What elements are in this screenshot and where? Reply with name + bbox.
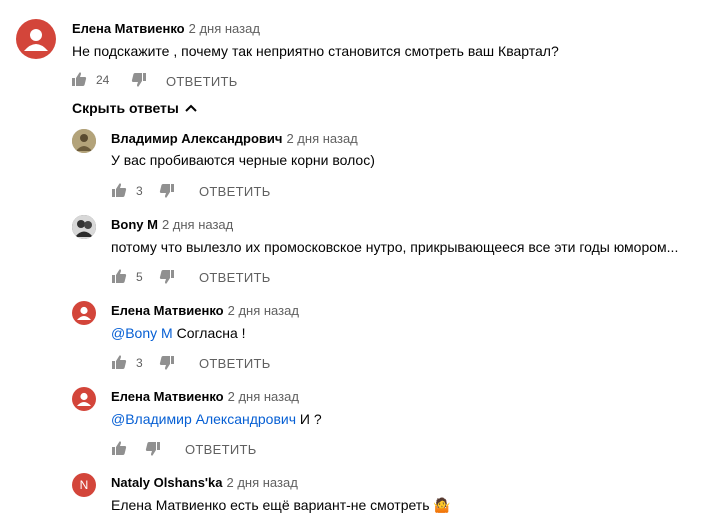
reply-text: Елена Матвиенко есть ещё вариант-не смот… xyxy=(111,497,451,513)
thumb-down-icon xyxy=(159,270,174,284)
thumb-down-icon xyxy=(145,442,160,456)
dislike-button[interactable] xyxy=(145,441,161,457)
hide-replies-toggle[interactable]: Скрыть ответы xyxy=(72,100,198,116)
thumb-up-icon xyxy=(112,355,127,369)
reply-button[interactable]: ОТВЕТИТЬ xyxy=(199,356,271,371)
default-avatar-icon xyxy=(24,29,48,51)
author-name[interactable]: Bony M xyxy=(111,217,158,232)
default-avatar-icon xyxy=(77,306,91,320)
reply-header: Bony M 2 дня назад xyxy=(111,216,233,234)
reply-body: И ? xyxy=(296,411,322,427)
dislike-button[interactable] xyxy=(131,72,147,88)
reply-text: У вас пробиваются черные корни волос) xyxy=(111,152,375,168)
dislike-button[interactable] xyxy=(159,183,175,199)
comment-text: Не подскажите , почему так неприятно ста… xyxy=(72,43,559,59)
avatar[interactable]: N xyxy=(72,473,96,497)
reply-text: @Bony M Согласна ! xyxy=(111,325,246,341)
like-button[interactable] xyxy=(111,354,127,370)
reply-button[interactable]: ОТВЕТИТЬ xyxy=(185,442,257,457)
avatar-letter: N xyxy=(79,478,89,492)
timestamp[interactable]: 2 дня назад xyxy=(162,217,233,232)
timestamp[interactable]: 2 дня назад xyxy=(189,21,260,36)
dislike-button[interactable] xyxy=(159,355,175,371)
reply-text: потому что вылезло их промосковское нутр… xyxy=(111,239,679,255)
timestamp[interactable]: 2 дня назад xyxy=(286,131,357,146)
like-button[interactable] xyxy=(111,440,127,456)
like-button[interactable] xyxy=(111,268,127,284)
dislike-button[interactable] xyxy=(159,269,175,285)
author-name[interactable]: Nataly Olshans'ka xyxy=(111,475,222,490)
default-avatar-icon xyxy=(77,392,91,406)
thumb-up-icon xyxy=(112,269,127,283)
thumb-up-icon xyxy=(72,72,87,86)
user-photo-icon xyxy=(72,129,96,153)
avatar[interactable] xyxy=(72,215,96,239)
reply-button[interactable]: ОТВЕТИТЬ xyxy=(199,270,271,285)
reply-header: Елена Матвиенко 2 дня назад xyxy=(111,302,299,320)
reply-button[interactable]: ОТВЕТИТЬ xyxy=(199,184,271,199)
chevron-up-icon xyxy=(185,104,197,112)
comment-header: Елена Матвиенко 2 дня назад xyxy=(72,20,260,38)
author-name[interactable]: Елена Матвиенко xyxy=(111,303,224,318)
author-name[interactable]: Елена Матвиенко xyxy=(111,389,224,404)
thumb-down-icon xyxy=(131,73,146,87)
user-photo-icon xyxy=(72,215,96,239)
toggle-label: Скрыть ответы xyxy=(72,100,179,116)
like-count: 24 xyxy=(96,73,110,87)
reply-header: Nataly Olshans'ka 2 дня назад xyxy=(111,474,298,492)
avatar[interactable] xyxy=(16,19,56,59)
like-button[interactable] xyxy=(71,71,87,87)
reply-body: Согласна ! xyxy=(172,325,246,341)
author-name[interactable]: Владимир Александрович xyxy=(111,131,282,146)
reply-button[interactable]: ОТВЕТИТЬ xyxy=(166,74,238,89)
thumb-up-icon xyxy=(112,441,127,455)
author-name[interactable]: Елена Матвиенко xyxy=(72,21,185,36)
thumb-up-icon xyxy=(112,183,127,197)
reply-text: @Владимир Александрович И ? xyxy=(111,411,322,427)
mention-link[interactable]: @Владимир Александрович xyxy=(111,411,296,427)
like-count: 3 xyxy=(136,184,143,198)
like-button[interactable] xyxy=(111,182,127,198)
reply-header: Владимир Александрович 2 дня назад xyxy=(111,130,358,148)
avatar[interactable] xyxy=(72,387,96,411)
thumb-down-icon xyxy=(159,184,174,198)
timestamp[interactable]: 2 дня назад xyxy=(228,303,299,318)
avatar[interactable] xyxy=(72,129,96,153)
mention-link[interactable]: @Bony M xyxy=(111,325,173,341)
avatar[interactable] xyxy=(72,301,96,325)
reply-header: Елена Матвиенко 2 дня назад xyxy=(111,388,299,406)
thumb-down-icon xyxy=(159,356,174,370)
like-count: 5 xyxy=(136,270,143,284)
timestamp[interactable]: 2 дня назад xyxy=(226,475,297,490)
like-count: 3 xyxy=(136,356,143,370)
timestamp[interactable]: 2 дня назад xyxy=(228,389,299,404)
